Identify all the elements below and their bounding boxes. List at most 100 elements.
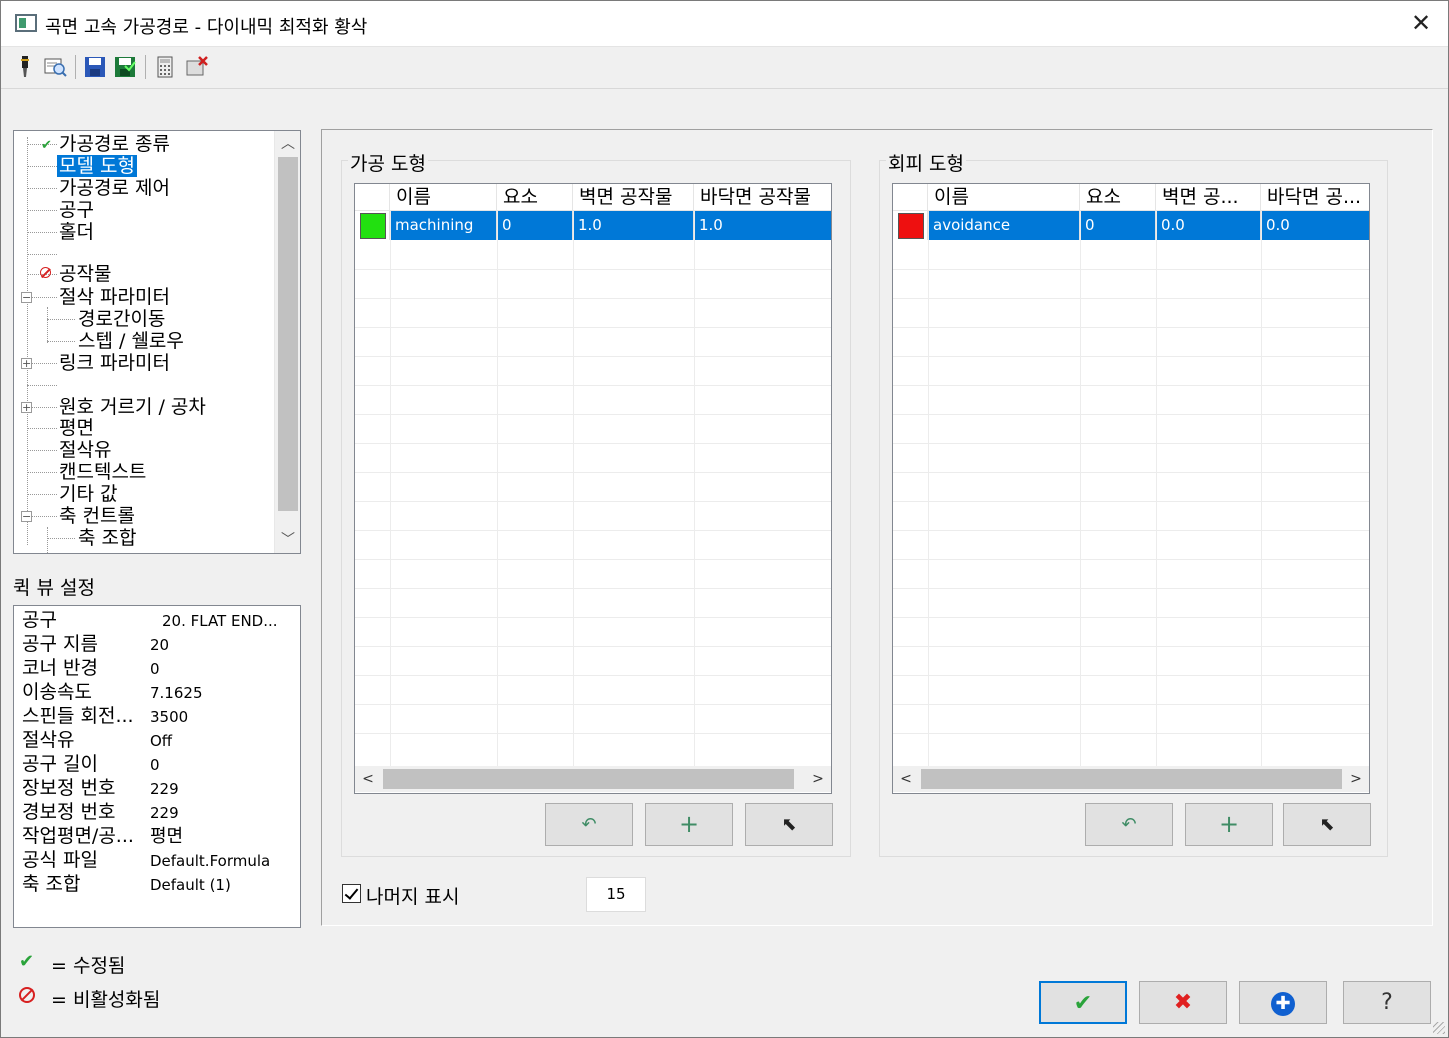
quick-view-key: 축 조합 [22, 873, 81, 895]
scroll-right-icon[interactable]: > [1343, 766, 1369, 792]
tree-item-blank [14, 243, 274, 265]
scroll-left-icon[interactable]: < [893, 766, 919, 792]
tree-item-arc-filter[interactable]: + 원호 거르기 / 공차 [14, 396, 274, 418]
horizontal-scrollbar[interactable]: < > [893, 766, 1369, 792]
tool-icon[interactable] [13, 55, 37, 79]
quick-view-key: 스핀들 회전... [22, 705, 134, 727]
quick-view-row: 이송속도 7.1625 [14, 680, 300, 704]
save-icon[interactable] [83, 55, 107, 79]
column-header-name[interactable]: 이름 [390, 184, 497, 211]
name-cell[interactable]: machining [390, 211, 497, 240]
floor-stock-cell[interactable]: 0.0 [1261, 211, 1369, 240]
column-header-floor-stock[interactable]: 바닥면 공작물 [694, 184, 831, 211]
tree-item-coolant[interactable]: 절삭유 [14, 439, 274, 461]
machining-geometry-grid[interactable]: 이름 요소 벽면 공작물 바닥면 공작물 machining 0 1.0 1.0 [354, 183, 832, 794]
scroll-right-icon[interactable]: > [805, 766, 831, 792]
column-header-elements[interactable]: 요소 [497, 184, 573, 211]
wall-stock-cell[interactable]: 1.0 [573, 211, 694, 240]
name-cell[interactable]: avoidance [928, 211, 1080, 240]
quick-view-key: 이송속도 [22, 681, 92, 703]
help-button[interactable]: ? [1343, 981, 1431, 1024]
quick-view-value: 0 [150, 660, 160, 678]
scroll-thumb[interactable] [921, 769, 1342, 789]
table-row[interactable]: avoidance 0 0.0 0.0 [893, 211, 1369, 240]
cancel-button[interactable]: ✖ [1139, 981, 1227, 1024]
expand-icon[interactable]: + [21, 402, 32, 413]
color-cell[interactable] [355, 211, 390, 240]
quick-view-row: 절삭유 Off [14, 728, 300, 752]
tree-item-axis-control[interactable]: − 축 컨트롤 [14, 505, 274, 527]
quick-view-value: 229 [150, 804, 179, 822]
tree-item-holder[interactable]: 홀더 [14, 221, 274, 243]
machining-geometry-group: 가공 도형 이름 요소 벽면 공작물 바닥면 공작물 machining 0 1… [341, 149, 851, 857]
add-button[interactable]: + [1185, 803, 1273, 846]
tree-item-model-geometry[interactable]: 모델 도형 [14, 155, 274, 177]
expand-icon[interactable]: + [21, 358, 32, 369]
quick-view-value: 0 [150, 756, 160, 774]
scroll-up-icon[interactable]: ︿ [275, 133, 300, 155]
collapse-icon[interactable]: − [21, 511, 32, 522]
scroll-down-icon[interactable]: ﹀ [275, 529, 300, 551]
tree-item-toolpath-control[interactable]: 가공경로 제어 [14, 177, 274, 199]
select-button[interactable]: ⬉ [745, 803, 833, 846]
wall-stock-cell[interactable]: 0.0 [1156, 211, 1261, 240]
quick-view-value: 229 [150, 780, 179, 798]
undo-button[interactable]: ↶ [545, 803, 633, 846]
column-header-floor-stock[interactable]: 바닥면 공... [1261, 184, 1369, 211]
quick-view-key: 절삭유 [22, 729, 75, 751]
legend-modified-text: = 수정됨 [51, 955, 126, 977]
column-header-elements[interactable]: 요소 [1080, 184, 1156, 211]
elements-cell[interactable]: 0 [497, 211, 573, 240]
tree-item-toolpath-type[interactable]: ✔ 가공경로 종류 [14, 133, 274, 155]
tree-item-axis-combination[interactable]: 축 조합 [14, 527, 274, 549]
tree-item-transitions[interactable]: 경로간이동 [14, 308, 274, 330]
tree-item-misc-values[interactable]: 기타 값 [14, 483, 274, 505]
tree-item-cut-parameters[interactable]: − 절삭 파라미터 [14, 286, 274, 308]
quick-view-key: 공구 길이 [22, 753, 98, 775]
delete-icon[interactable] [185, 55, 209, 79]
horizontal-scrollbar[interactable]: < > [355, 766, 831, 792]
undo-button[interactable]: ↶ [1085, 803, 1173, 846]
quick-view-key: 공식 파일 [22, 849, 98, 871]
quick-view-row: 장보정 번호 229 [14, 776, 300, 800]
scroll-left-icon[interactable]: < [355, 766, 381, 792]
tree-item-canned-text[interactable]: 캔드텍스트 [14, 461, 274, 483]
elements-cell[interactable]: 0 [1080, 211, 1156, 240]
tree-item-tool[interactable]: 공구 [14, 199, 274, 221]
quick-view-value: Default (1) [150, 876, 231, 894]
color-cell[interactable] [893, 211, 928, 240]
apply-button[interactable]: ✚ [1239, 981, 1327, 1024]
tree-item-linking-parameters[interactable]: + 링크 파라미터 [14, 352, 274, 374]
collapse-icon[interactable]: − [21, 292, 32, 303]
remaining-count-field[interactable]: 15 [586, 877, 646, 912]
column-header-name[interactable]: 이름 [928, 184, 1080, 211]
tree-item-planes[interactable]: 평면 [14, 417, 274, 439]
avoidance-geometry-grid[interactable]: 이름 요소 벽면 공... 바닥면 공... avoidance 0 0.0 0… [892, 183, 1370, 794]
floor-stock-cell[interactable]: 1.0 [694, 211, 831, 240]
ok-button[interactable]: ✔ [1039, 981, 1127, 1024]
add-button[interactable]: + [645, 803, 733, 846]
scroll-thumb[interactable] [278, 157, 298, 511]
column-header-color[interactable] [893, 184, 928, 211]
scroll-thumb[interactable] [383, 769, 794, 789]
quick-view-value: 7.1625 [150, 684, 203, 702]
column-header-color[interactable] [355, 184, 390, 211]
check-icon: ✔ [19, 951, 35, 972]
select-button[interactable]: ⬉ [1283, 803, 1371, 846]
tree-item-steep-shallow[interactable]: 스텝 / 쉘로우 [14, 330, 274, 352]
quick-view-value: 3500 [150, 708, 189, 726]
resize-grip[interactable] [1433, 1022, 1445, 1034]
preview-icon[interactable] [43, 55, 67, 79]
close-button[interactable]: ✕ [1408, 10, 1434, 36]
tree-scrollbar[interactable]: ︿ ﹀ [274, 131, 300, 553]
save-all-icon[interactable] [113, 55, 137, 79]
legend-disabled-text: = 비활성화됨 [51, 989, 161, 1011]
column-header-wall-stock[interactable]: 벽면 공... [1156, 184, 1261, 211]
column-header-wall-stock[interactable]: 벽면 공작물 [573, 184, 694, 211]
tree-item-stock[interactable]: 공작물 [14, 263, 274, 285]
parameter-tree[interactable]: ✔ 가공경로 종류 모델 도형 가공경로 제어 공구 홀더 공작물 − 절삭 파… [13, 130, 301, 554]
calculator-icon[interactable] [153, 55, 177, 79]
quick-view-key: 작업평면/공... [22, 825, 134, 847]
show-remaining-checkbox[interactable] [342, 884, 361, 903]
table-row[interactable]: machining 0 1.0 1.0 [355, 211, 831, 240]
